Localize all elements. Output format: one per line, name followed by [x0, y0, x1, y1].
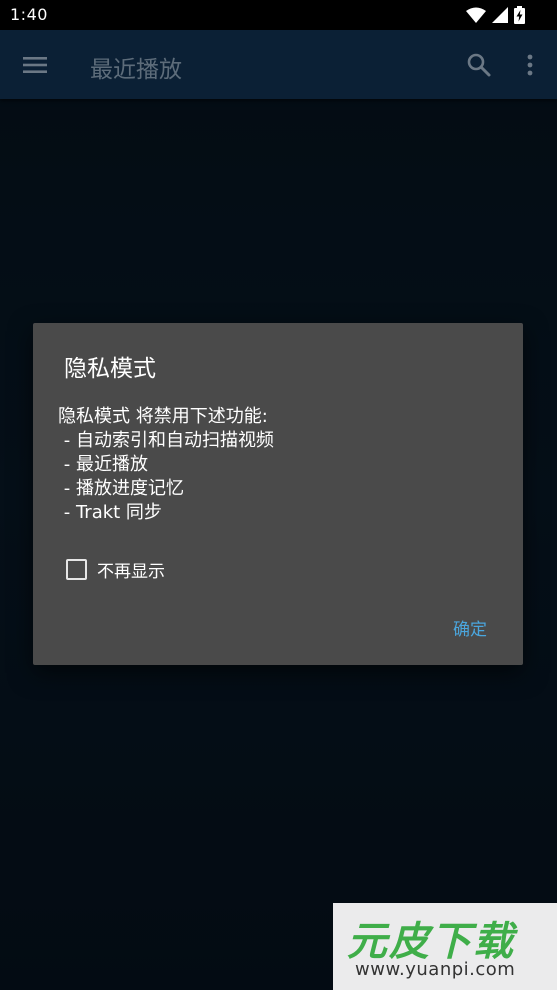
dont-show-again-checkbox[interactable]: 不再显示	[66, 557, 165, 582]
search-icon[interactable]	[464, 50, 494, 80]
checkbox-box[interactable]	[66, 558, 87, 580]
privacy-mode-dialog: 隐私模式 隐私模式 将禁用下述功能: - 自动索引和自动扫描视频 - 最近播放 …	[33, 323, 523, 665]
watermark: 元皮下载 www.yuanpi.com	[333, 903, 557, 990]
signal-icon	[492, 7, 508, 23]
app-screen: 1:40 最近播放 隐私模式 隐私模式 将禁用下述功能: - 自动索引和自动扫描…	[0, 0, 557, 990]
status-icons	[466, 5, 525, 25]
status-time: 1:40	[10, 5, 48, 24]
toolbar: 最近播放	[0, 30, 557, 99]
dialog-title: 隐私模式	[64, 356, 156, 382]
message-line: - Trakt 同步	[58, 502, 162, 523]
message-line: - 最近播放	[58, 454, 148, 475]
message-line: - 播放进度记忆	[58, 478, 184, 499]
toolbar-title: 最近播放	[90, 57, 182, 83]
status-bar: 1:40	[0, 0, 557, 30]
watermark-url: www.yuanpi.com	[355, 959, 516, 980]
menu-icon[interactable]	[18, 50, 52, 80]
checkbox-label: 不再显示	[97, 561, 165, 582]
more-vert-icon[interactable]	[518, 50, 542, 80]
battery-charging-icon	[514, 6, 525, 24]
wifi-icon	[466, 7, 486, 23]
confirm-button[interactable]: 确定	[453, 615, 487, 640]
message-line: - 自动索引和自动扫描视频	[58, 430, 274, 451]
message-line: 隐私模式 将禁用下述功能:	[58, 406, 268, 427]
dialog-message: 隐私模式 将禁用下述功能: - 自动索引和自动扫描视频 - 最近播放 - 播放进…	[58, 405, 274, 525]
